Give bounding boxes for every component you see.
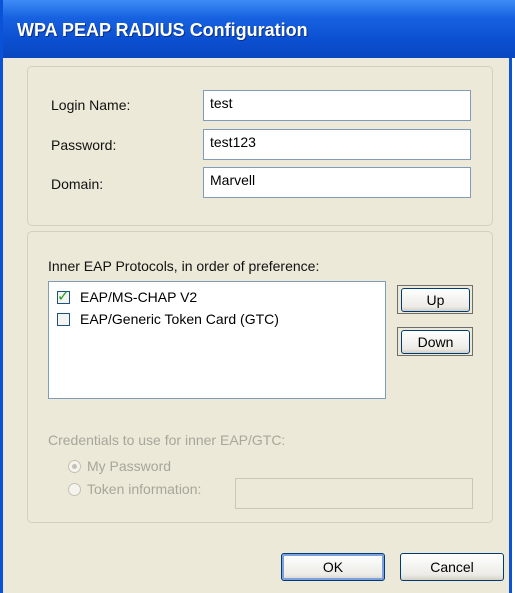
login-name-input[interactable]: test [203, 90, 471, 121]
radio-unselected-icon [68, 482, 81, 496]
password-label: Password: [51, 137, 117, 153]
password-input[interactable]: test123 [203, 129, 471, 160]
list-item-label: EAP/MS-CHAP V2 [80, 289, 198, 305]
checkbox-mschap[interactable]: ✓ [57, 287, 70, 305]
domain-input[interactable]: Marvell [203, 167, 471, 198]
domain-label: Domain: [51, 176, 104, 192]
radio-token-label: Token information: [87, 481, 202, 497]
title-bar[interactable]: WPA PEAP RADIUS Configuration [3, 0, 515, 58]
list-item-mschap[interactable]: ✓ EAP/MS-CHAP V2 [57, 287, 197, 307]
list-item-gtc[interactable]: EAP/Generic Token Card (GTC) [57, 309, 279, 329]
window-title: WPA PEAP RADIUS Configuration [17, 20, 308, 40]
cancel-button[interactable]: Cancel [400, 553, 504, 581]
checkbox-gtc[interactable] [57, 312, 70, 326]
radio-my-password-label: My Password [87, 458, 172, 474]
ok-button[interactable]: OK [281, 553, 385, 581]
radio-my-password[interactable]: My Password [68, 458, 171, 474]
check-mark-icon: ✓ [57, 287, 70, 305]
list-item-label: EAP/Generic Token Card (GTC) [80, 311, 279, 327]
token-information-input[interactable] [235, 478, 473, 509]
dialog-window: WPA PEAP RADIUS Configuration Login Name… [0, 0, 515, 593]
login-name-label: Login Name: [51, 97, 131, 113]
inner-credentials-heading: Credentials to use for inner EAP/GTC: [48, 432, 286, 448]
up-button[interactable]: Up [401, 288, 470, 312]
inner-eap-listbox[interactable]: ✓ EAP/MS-CHAP V2 EAP/Generic Token Card … [48, 281, 386, 399]
radio-selected-icon [68, 459, 81, 473]
radio-token-information[interactable]: Token information: [68, 481, 201, 497]
inner-eap-heading: Inner EAP Protocols, in order of prefere… [48, 258, 320, 274]
down-button[interactable]: Down [401, 330, 470, 354]
